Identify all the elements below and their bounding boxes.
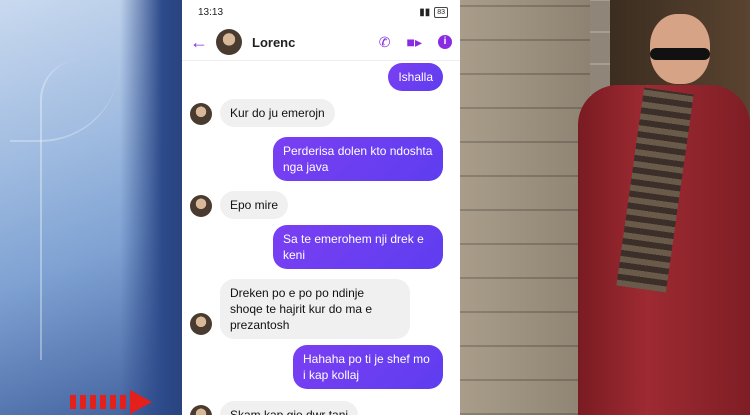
sunglasses [650,48,710,60]
message-bubble-incoming[interactable]: Skam kap gje dwr tani [220,401,359,415]
stone-wall [460,0,590,415]
sender-avatar [190,195,212,217]
shirt-shadow [120,0,182,415]
status-bar: 13:13 ▮▮ 83 [182,0,460,24]
shirt-fold [40,60,132,360]
message-bubble-outgoing[interactable]: Hahaha po ti je shef mo i kap kollaj [293,345,443,389]
message-bubble-outgoing[interactable]: Ishalla [388,63,443,91]
message-bubble-incoming[interactable]: Kur do ju emerojn [220,99,335,127]
chat-header: ← Lorenc ✆ ■▸ i [182,24,460,61]
contact-avatar[interactable] [216,29,242,55]
battery-level: 83 [434,6,448,18]
sender-avatar [190,103,212,125]
info-icon[interactable]: i [438,35,452,49]
phone-screenshot: 13:13 ▮▮ 83 ← Lorenc ✆ ■▸ i Ishalla Kur … [182,0,460,415]
status-time: 13:13 [198,6,224,18]
red-arrow-icon [70,390,152,414]
signal-icon: ▮▮ [419,6,431,18]
back-arrow-icon[interactable]: ← [190,32,216,53]
right-photo-panel [460,0,750,415]
phone-call-icon[interactable]: ✆ [379,34,391,51]
message-bubble-incoming[interactable]: Dreken po e po po ndinje shoqe te hajrit… [220,279,410,339]
left-photo-panel [0,0,182,415]
video-call-icon[interactable]: ■▸ [407,34,422,51]
message-bubble-outgoing[interactable]: Sa te emerohem nji drek e keni [273,225,443,269]
message-bubble-outgoing[interactable]: Perderisa dolen kto ndoshta nga java [273,137,443,181]
message-bubble-incoming[interactable]: Epo mire [220,191,289,219]
sender-avatar [190,405,212,415]
contact-name[interactable]: Lorenc [252,35,379,50]
sender-avatar [190,313,212,335]
